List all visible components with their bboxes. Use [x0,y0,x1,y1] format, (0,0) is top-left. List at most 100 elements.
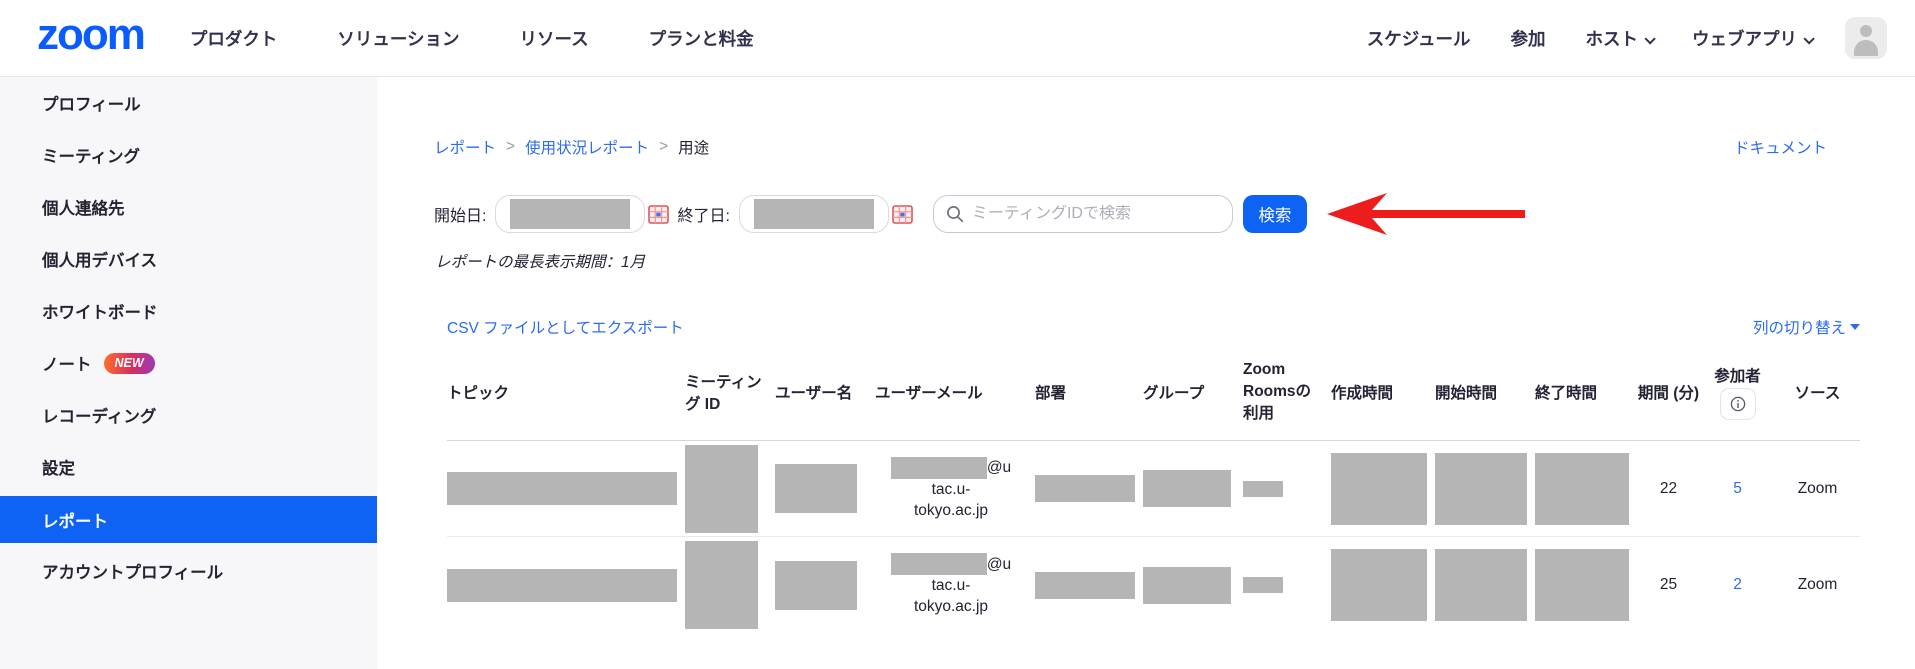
max-period-note: レポートの最長表示期間：1月 [435,250,1915,272]
nav-plans-pricing[interactable]: プランと料金 [649,26,754,51]
main-content: レポート > 使用状況レポート > 用途 ドキュメント 開始日: 終了日: [377,77,1915,669]
new-badge: NEW [104,353,155,374]
nav-products[interactable]: プロダクト [190,26,278,51]
redacted-group [1143,470,1231,507]
zoom-web-portal: zoom プロダクト ソリューション リソース プランと料金 スケジュール 参加… [0,0,1915,669]
redacted-end-time [1535,453,1629,525]
meeting-id-search [933,195,1233,233]
redacted-user-name [775,464,857,513]
nav-webapp-menu[interactable]: ウェブアプリ [1692,26,1811,51]
chevron-down-icon [1644,33,1655,44]
calendar-icon[interactable] [648,205,669,224]
redacted-department [1035,475,1135,502]
breadcrumb: レポート > 使用状況レポート > 用途 ドキュメント [377,77,1915,158]
table-actions-row: CSV ファイルとしてエクスポート 列の切り替え [447,316,1860,338]
redacted-start-date [510,199,630,229]
col-participants: 参加者 [1700,364,1775,420]
redacted-meeting-id [685,445,758,533]
col-department: 部署 [1035,381,1143,403]
redacted-start-time [1435,549,1527,621]
redacted-meeting-id [685,541,758,629]
redacted-zoom-rooms [1243,481,1283,497]
redacted-group [1143,567,1231,604]
chevron-down-icon [1803,33,1814,44]
nav-join[interactable]: 参加 [1511,26,1546,51]
breadcrumb-reports-link[interactable]: レポート [434,136,496,158]
redacted-department [1035,572,1135,599]
col-start-time: 開始時間 [1435,381,1535,403]
end-date-label: 終了日: [677,202,729,226]
sidebar-item-account-profile[interactable]: アカウントプロフィール [0,545,377,597]
table-row: @u tac.u- tokyo.ac.jp 22 5 Zoom [447,441,1860,537]
breadcrumb-separator: > [659,138,668,156]
sidebar-item-meetings[interactable]: ミーティング [0,129,377,181]
user-email-cell: @u tac.u- tokyo.ac.jp [875,457,1035,521]
col-zoom-rooms: Zoom Roomsの利用 [1243,361,1331,423]
sidebar-item-whiteboard[interactable]: ホワイトボード [0,285,377,337]
duration-value: 22 [1637,480,1700,498]
nav-resources[interactable]: リソース [520,26,589,51]
col-user-email: ユーザーメール [875,381,1035,403]
avatar-person-icon [1860,25,1872,37]
redacted-end-time [1535,549,1629,621]
sidebar-item-profile[interactable]: プロフィール [0,77,377,129]
breadcrumb-usage-report-link[interactable]: 使用状況レポート [525,136,649,158]
participants-info-icon[interactable] [1720,388,1756,420]
search-input[interactable] [972,205,1220,223]
triangle-down-icon [1850,324,1860,330]
redacted-created-time [1331,453,1427,525]
duration-value: 25 [1637,576,1700,594]
redacted-created-time [1331,549,1427,621]
redacted-email-local [891,457,987,479]
breadcrumb-separator: > [506,138,515,156]
sidebar-item-personal-devices[interactable]: 個人用デバイス [0,233,377,285]
top-nav: zoom プロダクト ソリューション リソース プランと料金 スケジュール 参加… [0,0,1915,77]
redacted-email-local [891,553,987,575]
col-source: ソース [1775,381,1860,403]
redacted-user-name [775,561,857,610]
redacted-zoom-rooms [1243,577,1283,593]
redacted-end-date [754,199,874,229]
source-value: Zoom [1775,480,1860,498]
nav-host-menu[interactable]: ホスト [1586,26,1653,51]
col-end-time: 終了時間 [1535,381,1637,403]
participants-count-link[interactable]: 2 [1733,576,1742,594]
primary-nav: プロダクト ソリューション リソース プランと料金 [190,26,754,51]
redacted-topic [447,472,677,505]
usage-report-table: トピック ミーティング ID ユーザー名 ユーザーメール 部署 グループ Zoo… [447,344,1860,633]
col-user-name: ユーザー名 [775,381,875,403]
table-header-row: トピック ミーティング ID ユーザー名 ユーザーメール 部署 グループ Zoo… [447,344,1860,441]
start-date-input[interactable] [495,195,645,233]
col-duration: 期間 (分) [1637,381,1700,403]
sidebar: プロフィール ミーティング 個人連絡先 個人用デバイス ホワイトボード ノートN… [0,77,377,669]
sidebar-item-reports[interactable]: レポート [0,496,377,543]
account-nav: スケジュール 参加 ホスト ウェブアプリ [1367,26,1811,51]
sidebar-item-recordings[interactable]: レコーディング [0,389,377,441]
table-row: @u tac.u- tokyo.ac.jp 25 2 Zoom [447,537,1860,633]
redacted-topic [447,569,677,602]
report-filter-bar: 開始日: 終了日: [434,195,1915,233]
toggle-columns-link[interactable]: 列の切り替え [1753,316,1860,338]
end-date-input[interactable] [739,195,889,233]
nav-schedule[interactable]: スケジュール [1367,26,1471,51]
source-value: Zoom [1775,576,1860,594]
sidebar-item-personal-contacts[interactable]: 個人連絡先 [0,181,377,233]
col-meeting-id: ミーティング ID [685,370,775,414]
redacted-start-time [1435,453,1527,525]
col-created-time: 作成時間 [1331,381,1435,403]
breadcrumb-current-page: 用途 [678,136,709,158]
sidebar-item-notes[interactable]: ノートNEW [0,337,377,389]
col-topic: トピック [447,381,685,403]
participants-count-link[interactable]: 5 [1733,480,1742,498]
search-button[interactable]: 検索 [1243,195,1307,233]
red-arrow-annotation [1325,191,1525,237]
zoom-logo[interactable]: zoom [37,13,144,63]
documentation-link[interactable]: ドキュメント [1734,136,1827,158]
export-csv-link[interactable]: CSV ファイルとしてエクスポート [447,316,684,338]
avatar[interactable] [1845,17,1887,59]
nav-solutions[interactable]: ソリューション [337,26,459,51]
sidebar-item-settings[interactable]: 設定 [0,441,377,493]
calendar-icon[interactable] [892,205,913,224]
start-date-label: 開始日: [434,202,486,226]
search-icon [946,205,964,223]
